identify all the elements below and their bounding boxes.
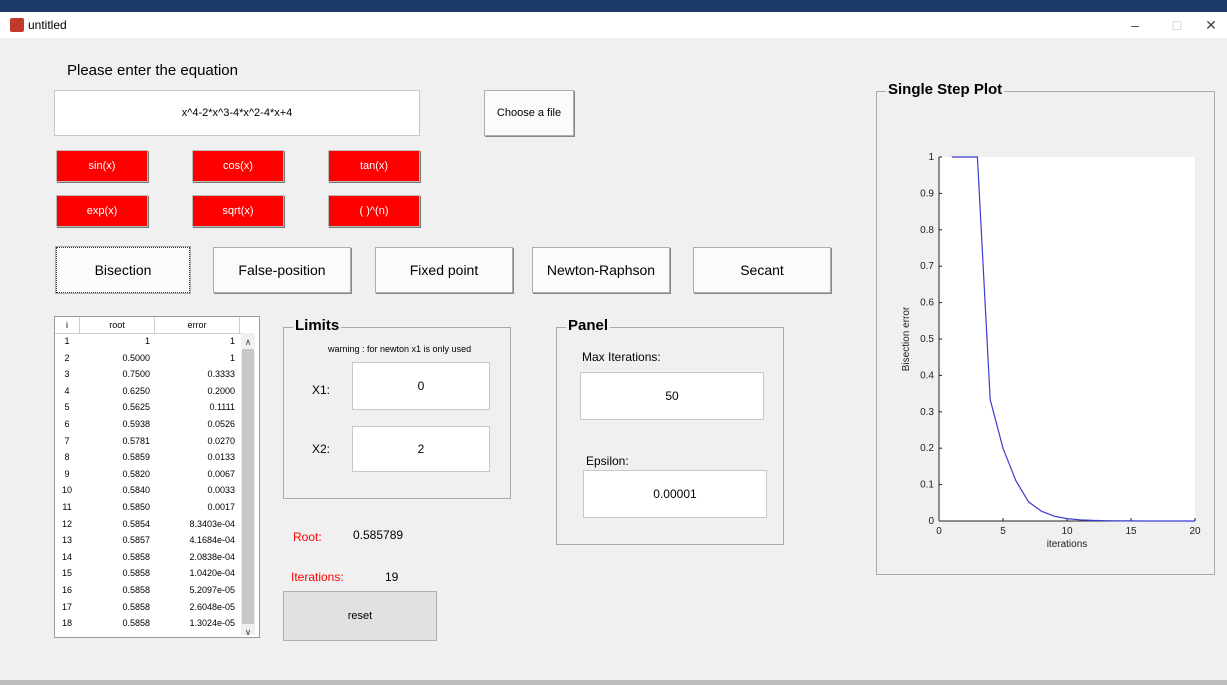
x-tick-label: 0 <box>936 526 942 537</box>
error-series-line <box>951 156 1195 522</box>
y-tick-label: 0.9 <box>920 188 934 199</box>
y-tick-label: 0.3 <box>920 407 934 418</box>
x-tick-label: 20 <box>1189 526 1201 537</box>
y-axis-label: Bisection error <box>901 306 912 371</box>
x-tick-label: 15 <box>1125 526 1137 537</box>
y-tick-label: 0.8 <box>920 225 934 236</box>
y-tick-label: 0.1 <box>920 480 934 491</box>
y-tick-label: 0.2 <box>920 443 934 454</box>
x-tick-label: 10 <box>1061 526 1073 537</box>
x-tick-label: 5 <box>1000 526 1006 537</box>
taskbar-strip <box>0 680 1227 685</box>
y-tick-label: 1 <box>928 152 934 163</box>
error-chart: 0 5 10 15 20 0 0.1 0.2 0.3 0.4 0.5 0.6 0.7 0.8 0.9 1 ite… <box>901 152 1201 550</box>
y-tick-label: 0.4 <box>920 370 934 381</box>
y-tick-label: 0.7 <box>920 261 934 272</box>
y-tick-label: 0.5 <box>920 334 934 345</box>
y-tick-label: 0.6 <box>920 298 934 309</box>
x-axis-label: iterations <box>1047 539 1088 550</box>
y-tick-label: 0 <box>928 516 934 527</box>
